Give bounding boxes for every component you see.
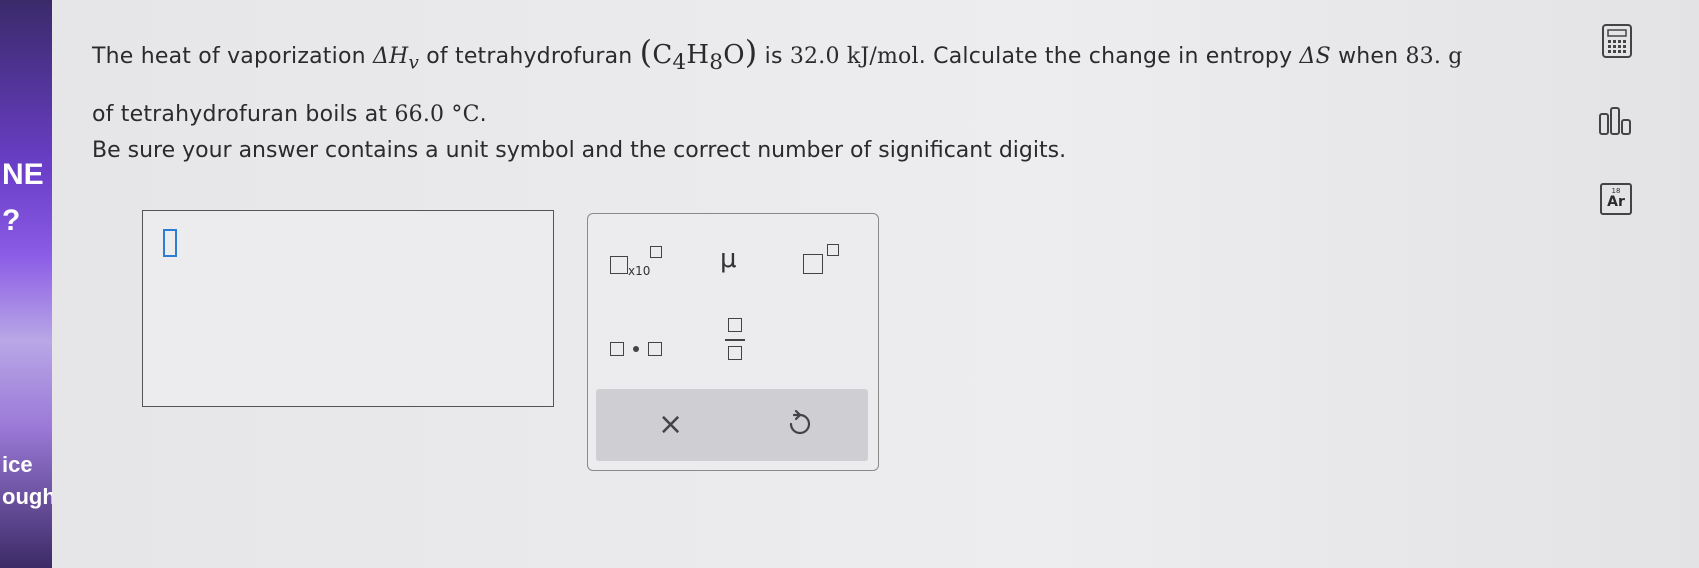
input-placeholder-box — [163, 229, 177, 257]
element-symbol: Ar — [1607, 194, 1625, 210]
delta-h-symbol: ΔHv — [372, 44, 419, 74]
question-text: The heat of vaporization ΔHv of tetrahyd… — [92, 26, 1592, 141]
square-icon — [827, 244, 839, 256]
sidebar-fragment: ough — [2, 484, 56, 509]
question-fragment: when — [1338, 44, 1399, 69]
question-fragment: of tetrahydrofuran boils at — [92, 102, 388, 128]
undo-button[interactable] — [786, 409, 814, 443]
calculator-icon[interactable] — [1600, 24, 1634, 58]
sidebar-fragment: ? — [2, 204, 21, 237]
fraction-button[interactable] — [725, 318, 749, 368]
scientific-notation-button[interactable]: x10 — [610, 244, 670, 284]
chart-icon[interactable] — [1598, 106, 1634, 136]
mass-value: 83. g — [1405, 44, 1463, 69]
delta-s-symbol: ΔS — [1299, 44, 1331, 69]
square-icon — [728, 318, 742, 332]
square-icon — [610, 256, 628, 274]
temperature-value: 66.0 °C — [394, 102, 480, 128]
square-icon — [610, 342, 624, 356]
question-fragment: The heat of vaporization — [92, 44, 366, 69]
clear-button[interactable]: × — [658, 407, 683, 442]
square-icon — [648, 342, 662, 356]
chemical-formula: (C4H8O) — [639, 33, 758, 76]
sidebar-fragment: ice — [2, 452, 33, 477]
sidebar-fragment: NE — [2, 158, 44, 191]
micro-button[interactable]: μ — [720, 244, 737, 274]
question-fragment: is — [764, 44, 783, 69]
answer-input[interactable] — [142, 210, 554, 407]
exponent-button[interactable] — [803, 242, 853, 282]
fraction-line-icon — [725, 339, 745, 341]
math-toolbar: x10 μ × — [587, 213, 879, 471]
question-fragment: of tetrahydrofuran — [426, 44, 633, 69]
instruction-text: Be sure your answer contains a unit symb… — [92, 138, 1067, 163]
square-icon — [728, 346, 742, 360]
x10-label: x10 — [628, 264, 651, 278]
enthalpy-value: 32.0 kJ/mol — [789, 44, 919, 69]
undo-icon — [789, 409, 811, 435]
action-bar: × — [596, 389, 868, 461]
square-icon — [650, 246, 662, 258]
dot-icon — [633, 346, 639, 352]
question-panel: The heat of vaporization ΔHv of tetrahyd… — [52, 0, 1699, 568]
question-fragment: . Calculate the change in entropy — [918, 44, 1293, 69]
square-icon — [803, 254, 823, 274]
multiply-dot-button[interactable] — [610, 334, 670, 364]
question-fragment: . — [479, 102, 487, 128]
left-sidebar: NE ? ice ough — [0, 0, 56, 568]
periodic-table-icon[interactable]: 18 Ar — [1600, 183, 1632, 215]
